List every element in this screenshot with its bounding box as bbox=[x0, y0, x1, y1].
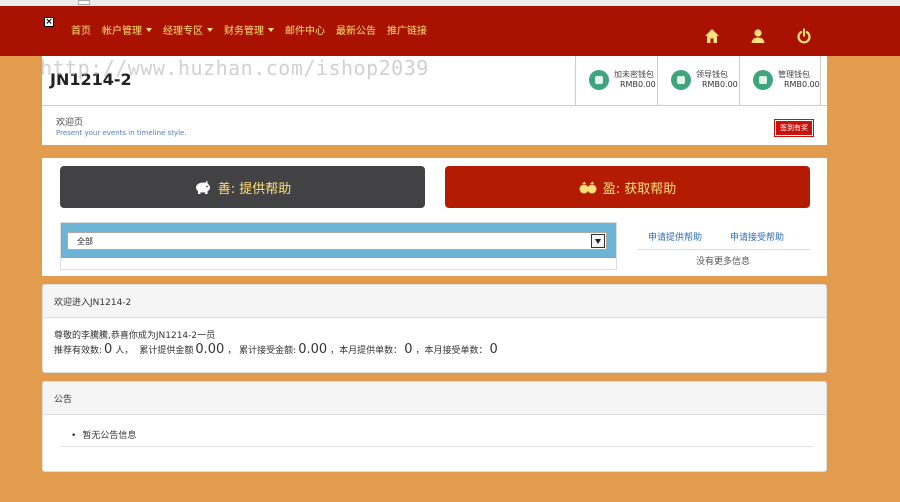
panel-heading: 公告 bbox=[43, 382, 826, 415]
get-help-label: 盈: 获取帮助 bbox=[602, 181, 677, 197]
piggy-bank-icon bbox=[195, 180, 210, 194]
users-icon bbox=[753, 70, 773, 90]
wallet-amount: RMB0.00 bbox=[620, 80, 656, 89]
total-give-label: 累计提供金额 bbox=[139, 346, 194, 356]
nav-item-manager[interactable]: 经理专区 bbox=[163, 22, 213, 37]
top-navbar: × 首页 帐户管理 经理专区 财务管理 邮件中心 最新公告 推广链接 bbox=[0, 6, 900, 56]
divider bbox=[638, 249, 810, 250]
page-title: 欢迎页 bbox=[56, 118, 84, 128]
notice-panel: 公告 暂无公告信息 bbox=[42, 381, 827, 472]
chevron-down-icon[interactable] bbox=[591, 234, 605, 248]
sign-in-reward-button[interactable]: 签到有奖 bbox=[774, 119, 814, 137]
nav-item-label: 邮件中心 bbox=[285, 26, 325, 37]
wallet-amount: RMB0.00 bbox=[702, 80, 738, 89]
nav-item-label: 推广链接 bbox=[387, 26, 427, 37]
home-icon[interactable] bbox=[704, 28, 720, 44]
empty-message: 没有更多信息 bbox=[696, 257, 751, 267]
power-icon[interactable] bbox=[796, 28, 812, 44]
wallet-amount: RMB0.00 bbox=[784, 80, 820, 89]
nav-item-label: 首页 bbox=[71, 26, 91, 37]
money-bag-icon bbox=[579, 181, 597, 194]
stats-line: 推荐有效数: 0 人， 累计提供金额 0.00 ， 累计接受金额: 0.00 ，… bbox=[54, 342, 501, 357]
nav-item-finance[interactable]: 财务管理 bbox=[224, 22, 274, 37]
nav-item-label: 经理专区 bbox=[163, 26, 203, 37]
nav-item-mail[interactable]: 邮件中心 bbox=[285, 22, 325, 37]
divider bbox=[59, 446, 814, 447]
get-help-button[interactable]: 盈: 获取帮助 bbox=[445, 166, 810, 208]
user-icon[interactable] bbox=[750, 28, 766, 44]
nav-item-promo[interactable]: 推广链接 bbox=[387, 22, 427, 37]
nav-item-label: 财务管理 bbox=[224, 26, 264, 37]
header-bar: JN1214-2 http://www.huzhan.com/ishop2039… bbox=[40, 56, 827, 106]
nav-item-account[interactable]: 帐户管理 bbox=[102, 22, 152, 37]
account-info-panel: 欢迎进入JN1214-2 尊敬的李騰騰,恭喜你成为JN1214-2一员 推荐有效… bbox=[42, 284, 827, 373]
wallet-leader[interactable]: 领导钱包 RMB0.00 bbox=[657, 56, 739, 106]
nav-item-label: 帐户管理 bbox=[102, 26, 142, 37]
apply-receive-help-link[interactable]: 申请接受帮助 bbox=[730, 230, 784, 243]
notice-list-item: 暂无公告信息 bbox=[71, 428, 136, 441]
status-filter-select[interactable]: 全部 bbox=[67, 232, 607, 250]
provide-help-button[interactable]: 善: 提供帮助 bbox=[60, 166, 425, 208]
page-subtitle: Present your events in timeline style. bbox=[56, 129, 187, 137]
wallet-name: 管理钱包 bbox=[778, 70, 810, 79]
close-icon[interactable]: × bbox=[44, 17, 54, 27]
referrals-value: 0 bbox=[104, 342, 113, 357]
wallet-name: 加未密钱包 bbox=[614, 70, 654, 79]
caret-down-icon bbox=[268, 27, 274, 32]
nav-item-home[interactable]: 首页 bbox=[71, 22, 91, 37]
caret-down-icon bbox=[207, 27, 213, 32]
filter-bar: 全部 bbox=[61, 223, 616, 258]
filter-box: 全部 bbox=[60, 222, 617, 270]
nav-item-news[interactable]: 最新公告 bbox=[336, 22, 376, 37]
caret-down-icon bbox=[146, 27, 152, 32]
month-get-value: 0 bbox=[489, 342, 498, 357]
month-get-label: ，本月接受单数： bbox=[415, 346, 488, 356]
tab-stub bbox=[78, 0, 90, 5]
total-give-value: 0.00 bbox=[195, 342, 225, 357]
month-give-value: 0 bbox=[404, 342, 413, 357]
team-icon bbox=[671, 70, 691, 90]
total-get-label: ， 累计接受金额: bbox=[227, 346, 297, 356]
provide-help-label: 善: 提供帮助 bbox=[217, 181, 292, 197]
greeting-text: 尊敬的李騰騰,恭喜你成为JN1214-2一员 bbox=[54, 331, 216, 341]
referrals-unit: 人， bbox=[115, 346, 134, 356]
main-menu: 首页 帐户管理 经理专区 财务管理 邮件中心 最新公告 推广链接 bbox=[71, 22, 438, 37]
help-panel: 善: 提供帮助 盈: 获取帮助 全部 申请提供帮助 申请接受帮助 没有更多信息 bbox=[42, 158, 827, 276]
wallet-manage[interactable]: 管理钱包 RMB0.00 bbox=[739, 56, 821, 106]
shield-icon bbox=[589, 70, 609, 90]
total-get-value: 0.00 bbox=[298, 342, 328, 357]
referrals-label: 推荐有效数: bbox=[54, 346, 103, 356]
wallet-name: 领导钱包 bbox=[696, 70, 728, 79]
month-give-label: ，本月提供单数： bbox=[330, 346, 403, 356]
select-value: 全部 bbox=[77, 237, 93, 246]
apply-provide-help-link[interactable]: 申请提供帮助 bbox=[648, 230, 702, 243]
watermark-url: http://www.huzhan.com/ishop2039 bbox=[40, 56, 429, 80]
wallet-encrypted[interactable]: 加未密钱包 RMB0.00 bbox=[575, 56, 657, 106]
panel-heading: 欢迎进入JN1214-2 bbox=[43, 285, 826, 318]
welcome-panel: 欢迎页 Present your events in timeline styl… bbox=[42, 106, 827, 145]
nav-item-label: 最新公告 bbox=[336, 26, 376, 37]
